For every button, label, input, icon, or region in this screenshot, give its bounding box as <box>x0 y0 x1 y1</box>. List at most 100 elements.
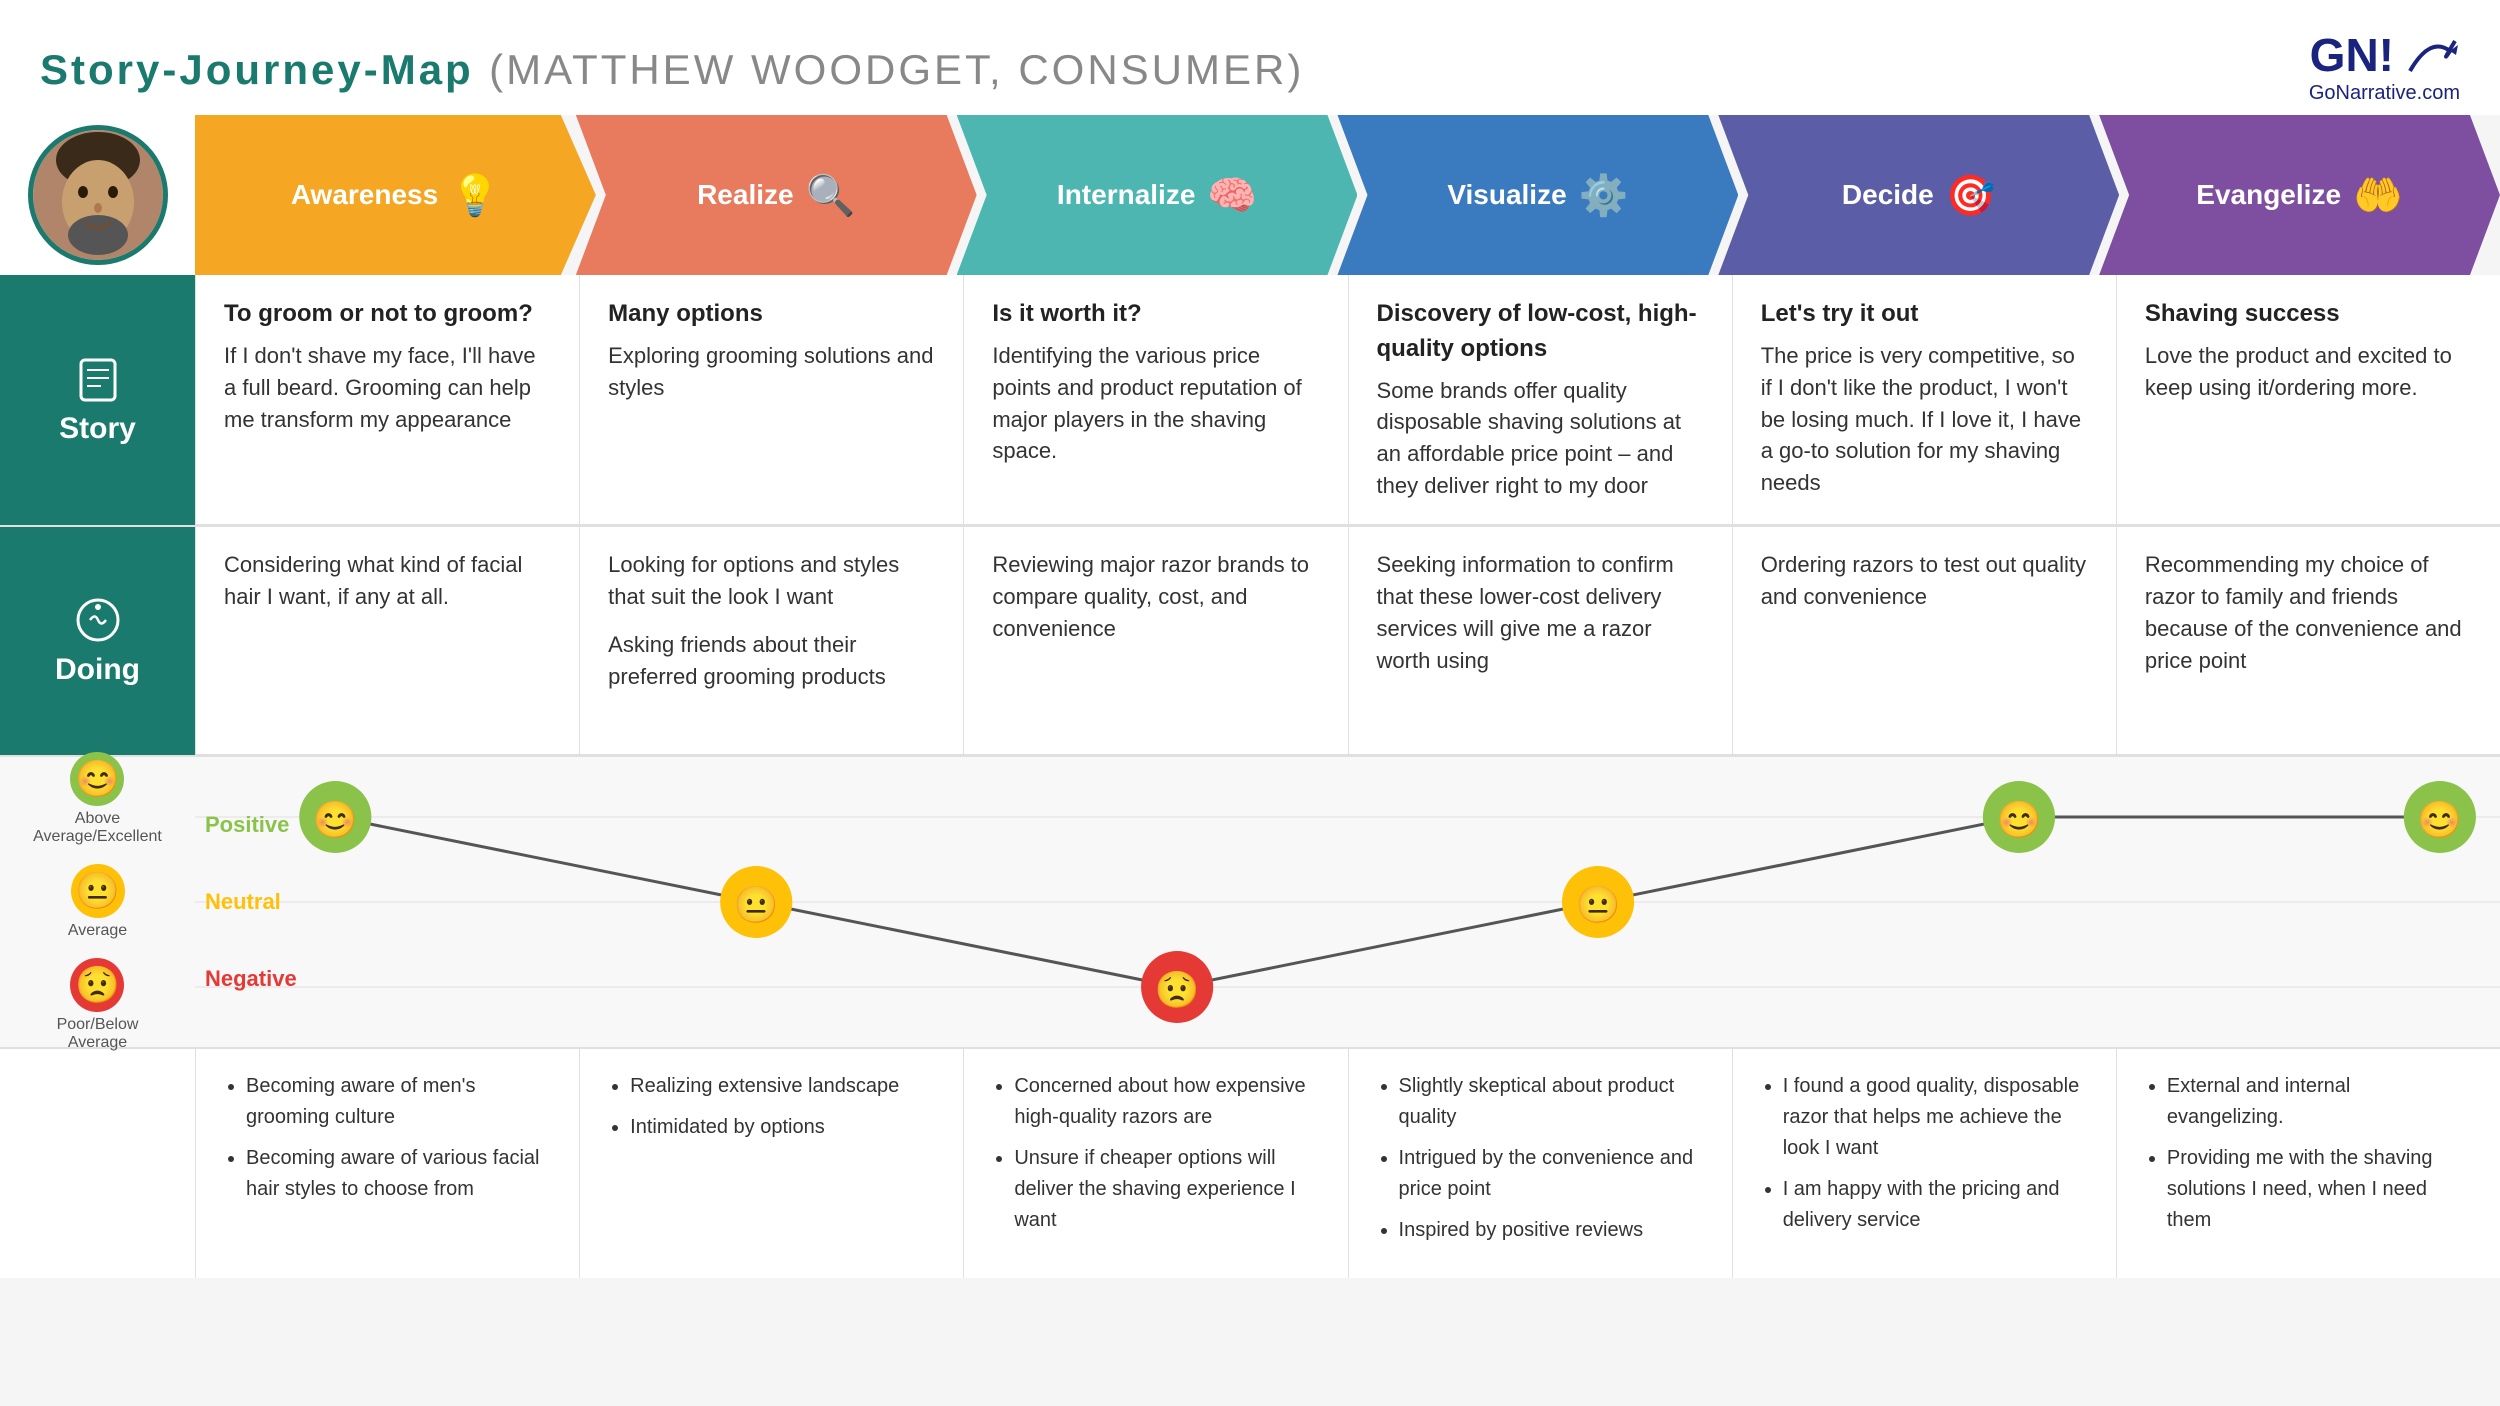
emotion-label-neutral: Neutral <box>205 889 297 915</box>
title-main: Story-Journey-Map <box>40 46 474 93</box>
doing-cell-2-item-0: Reviewing major razor brands to compare … <box>992 549 1319 645</box>
stage-awareness-label: Awareness <box>291 179 438 211</box>
story-cell-2: Is it worth it? Identifying the various … <box>963 275 1347 525</box>
bullets-cell-2: Concerned about how expensive high-quali… <box>963 1049 1347 1278</box>
page-title: Story-Journey-Map (MATTHEW WOODGET, CONS… <box>40 38 1304 96</box>
stage-internalize-label: Internalize <box>1057 179 1195 211</box>
bullets-cell-1-item-1: Intimidated by options <box>630 1112 935 1143</box>
stage-visualize-label: Visualize <box>1447 179 1566 211</box>
doing-cell-0-item-0: Considering what kind of facial hair I w… <box>224 549 551 613</box>
doing-cell-3: Seeking information to confirm that thes… <box>1348 527 1732 755</box>
bullets-cell-2-item-1: Unsure if cheaper options will deliver t… <box>1014 1143 1319 1236</box>
story-cell-5-title: Shaving success <box>2145 297 2472 332</box>
bullets-cell-2-item-0: Concerned about how expensive high-quali… <box>1014 1071 1319 1133</box>
svg-text:😐: 😐 <box>1576 884 1621 925</box>
svg-text:😊: 😊 <box>2417 799 2462 840</box>
story-cell-4-text: The price is very competitive, so if I d… <box>1761 340 2088 499</box>
bullets-cell-5: External and internal evangelizing. Prov… <box>2116 1049 2500 1278</box>
bullets-cell-4: I found a good quality, disposable razor… <box>1732 1049 2116 1278</box>
story-cell-2-title: Is it worth it? <box>992 297 1319 332</box>
logo-icon <box>2400 31 2460 79</box>
stages-row: Awareness 💡 Realize 🔍 Internalize 🧠 Visu… <box>0 115 2500 275</box>
doing-icon <box>73 595 123 645</box>
doing-cell-0: Considering what kind of facial hair I w… <box>195 527 579 755</box>
story-row: Story To groom or not to groom? If I don… <box>0 275 2500 527</box>
stage-evangelize-icon: 🤲 <box>2353 172 2403 219</box>
bullets-cell-3-item-2: Inspired by positive reviews <box>1399 1215 1704 1246</box>
story-cell-5: Shaving success Love the product and exc… <box>2116 275 2500 525</box>
bullets-cell-0: Becoming aware of men's grooming culture… <box>195 1049 579 1278</box>
emotion-legend-positive: 😊 AboveAverage/Excellent <box>33 752 162 846</box>
doing-label-text: Doing <box>55 653 140 687</box>
emotion-face-positive: 😊 <box>70 752 124 806</box>
doing-row: Doing Considering what kind of facial ha… <box>0 527 2500 757</box>
story-row-label: Story <box>0 275 195 525</box>
logo-sub: GoNarrative.com <box>2309 82 2460 105</box>
avatar-column <box>0 115 195 275</box>
svg-text:😊: 😊 <box>313 799 358 840</box>
doing-cell-4: Ordering razors to test out quality and … <box>1732 527 2116 755</box>
story-cell-3: Discovery of low-cost, high-quality opti… <box>1348 275 1732 525</box>
bullets-cell-0-item-1: Becoming aware of various facial hair st… <box>246 1143 551 1205</box>
avatar-image <box>33 130 163 260</box>
doing-cell-2: Reviewing major razor brands to compare … <box>963 527 1347 755</box>
story-label-text: Story <box>59 412 136 446</box>
bullets-cell-5-item-0: External and internal evangelizing. <box>2167 1071 2472 1133</box>
story-cell-4: Let's try it out The price is very compe… <box>1732 275 2116 525</box>
logo: GN! GoNarrative.com <box>2309 28 2460 105</box>
emotion-label-negative: Negative <box>205 966 297 992</box>
bullets-cell-3-item-1: Intrigued by the convenience and price p… <box>1399 1143 1704 1205</box>
bullets-cell-4-item-0: I found a good quality, disposable razor… <box>1783 1071 2088 1164</box>
stage-internalize: Internalize 🧠 <box>957 115 1358 275</box>
story-cell-1-text: Exploring grooming solutions and styles <box>608 340 935 404</box>
stage-awareness: Awareness 💡 <box>195 115 596 275</box>
emotion-legend: 😊 AboveAverage/Excellent 😐 Average 😟 Poo… <box>0 757 195 1047</box>
story-cell-3-text: Some brands offer quality disposable sha… <box>1377 375 1704 503</box>
logo-text: GN! <box>2310 28 2394 82</box>
story-cell-1: Many options Exploring grooming solution… <box>579 275 963 525</box>
bullets-cells: Becoming aware of men's grooming culture… <box>195 1049 2500 1278</box>
emotion-label-positive: Positive <box>205 812 297 838</box>
doing-row-label: Doing <box>0 527 195 755</box>
emotion-legend-negative-label: Poor/BelowAverage <box>57 1016 139 1052</box>
stage-realize-icon: 🔍 <box>806 172 856 219</box>
doing-cell-5-item-0: Recommending my choice of razor to famil… <box>2145 549 2472 677</box>
emotion-legend-neutral: 😐 Average <box>68 864 127 940</box>
stage-decide-icon: 🎯 <box>1946 172 1996 219</box>
stage-visualize: Visualize ⚙️ <box>1337 115 1738 275</box>
bullets-cell-4-item-1: I am happy with the pricing and delivery… <box>1783 1174 2088 1236</box>
doing-cell-3-item-0: Seeking information to confirm that thes… <box>1377 549 1704 677</box>
bullets-cell-0-item-0: Becoming aware of men's grooming culture <box>246 1071 551 1133</box>
story-cell-0: To groom or not to groom? If I don't sha… <box>195 275 579 525</box>
emotion-labels: Positive Neutral Negative <box>205 757 297 1047</box>
title-subtitle: (MATTHEW WOODGET, CONSUMER) <box>489 46 1304 93</box>
emotion-legend-neutral-label: Average <box>68 922 127 940</box>
emotion-chart-svg: 😊 😐 😟 😐 😊 😊 <box>195 757 2500 1047</box>
bullets-cell-1: Realizing extensive landscape Intimidate… <box>579 1049 963 1278</box>
story-cell-0-text: If I don't shave my face, I'll have a fu… <box>224 340 551 436</box>
story-cell-4-title: Let's try it out <box>1761 297 2088 332</box>
story-cell-3-title: Discovery of low-cost, high-quality opti… <box>1377 297 1704 367</box>
svg-text:😐: 😐 <box>734 884 779 925</box>
header: Story-Journey-Map (MATTHEW WOODGET, CONS… <box>0 0 2500 115</box>
doing-cell-5: Recommending my choice of razor to famil… <box>2116 527 2500 755</box>
emotion-face-negative: 😟 <box>70 958 124 1012</box>
emotion-face-neutral: 😐 <box>71 864 125 918</box>
emotion-legend-positive-label: AboveAverage/Excellent <box>33 810 162 846</box>
doing-cells: Considering what kind of facial hair I w… <box>195 527 2500 755</box>
stage-evangelize-label: Evangelize <box>2196 179 2341 211</box>
emotion-section: 😊 AboveAverage/Excellent 😐 Average 😟 Poo… <box>0 757 2500 1047</box>
story-cell-1-title: Many options <box>608 297 935 332</box>
stage-decide: Decide 🎯 <box>1718 115 2119 275</box>
avatar <box>28 125 168 265</box>
bullets-label-col <box>0 1049 195 1278</box>
stage-realize-label: Realize <box>697 179 794 211</box>
doing-cell-1: Looking for options and styles that suit… <box>579 527 963 755</box>
story-cell-0-title: To groom or not to groom? <box>224 297 551 332</box>
bullets-cell-5-item-1: Providing me with the shaving solutions … <box>2167 1143 2472 1236</box>
emotion-legend-negative: 😟 Poor/BelowAverage <box>57 958 139 1052</box>
story-cells: To groom or not to groom? If I don't sha… <box>195 275 2500 525</box>
stage-evangelize: Evangelize 🤲 <box>2099 115 2500 275</box>
svg-text:😊: 😊 <box>1997 799 2042 840</box>
doing-cell-1-item-0: Looking for options and styles that suit… <box>608 549 935 613</box>
